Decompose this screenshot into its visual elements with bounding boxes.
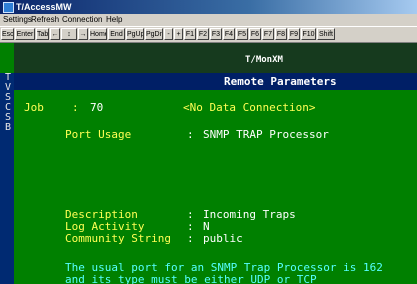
description-field[interactable]: Incoming Traps xyxy=(203,209,296,221)
key-pgup-button[interactable]: PgUp xyxy=(126,28,144,40)
terminal-header-strip: T/MonXM xyxy=(14,43,417,73)
key-f5-button[interactable]: F5 xyxy=(236,28,248,40)
key-shift-button[interactable]: Shift xyxy=(317,28,335,40)
key-f10-button[interactable]: F10 xyxy=(301,28,316,40)
key-f3-button[interactable]: F3 xyxy=(210,28,222,40)
key-toolbar: Esc Enter Tab ← ↕ → Home End PgUp PgDn -… xyxy=(0,26,417,43)
key-end-button[interactable]: End xyxy=(108,28,125,40)
side-strip-letters: T V S C S B xyxy=(4,72,12,133)
community-string-field[interactable]: public xyxy=(203,233,243,245)
key-f1-button[interactable]: F1 xyxy=(184,28,196,40)
job-value: 70 xyxy=(90,101,104,114)
menu-help[interactable]: Help xyxy=(106,14,122,26)
job-label: Job xyxy=(24,101,44,114)
program-title: T/MonXM xyxy=(245,55,283,65)
key-tab-button[interactable]: Tab xyxy=(36,28,49,40)
screen-title: Remote Parameters xyxy=(224,75,337,88)
help-text-line-2: and its type must be either UDP or TCP xyxy=(65,273,317,284)
menu-settings[interactable]: Settings xyxy=(3,14,32,26)
menu-refresh[interactable]: Refresh xyxy=(31,14,59,26)
key-pgdn-button[interactable]: PgDn xyxy=(145,28,163,40)
arrow-right-icon[interactable]: → xyxy=(78,28,88,40)
community-string-label: Community String xyxy=(65,232,171,245)
menu-bar: Settings Refresh Connection Help xyxy=(0,14,417,26)
key-f7-button[interactable]: F7 xyxy=(262,28,274,40)
key-f9-button[interactable]: F9 xyxy=(288,28,300,40)
community-string-separator: : xyxy=(187,232,194,245)
arrow-left-icon[interactable]: ← xyxy=(50,28,60,40)
port-usage-separator: : xyxy=(187,128,194,141)
key-minus-button[interactable]: - xyxy=(164,28,173,40)
arrow-updown-icon[interactable]: ↕ xyxy=(61,28,77,40)
app-icon xyxy=(3,2,14,13)
key-esc-button[interactable]: Esc xyxy=(1,28,14,40)
terminal-side-strip: T V S C S B xyxy=(0,73,14,284)
key-plus-button[interactable]: + xyxy=(174,28,183,40)
key-f6-button[interactable]: F6 xyxy=(249,28,261,40)
window-title: T/AccessMW xyxy=(16,2,72,12)
menu-connection[interactable]: Connection xyxy=(62,14,102,26)
job-separator: : xyxy=(72,101,79,114)
port-usage-value: SNMP TRAP Processor xyxy=(203,128,329,141)
screen-header-bar: Remote Parameters xyxy=(14,73,417,90)
key-f2-button[interactable]: F2 xyxy=(197,28,209,40)
title-bar: T/AccessMW xyxy=(0,0,417,14)
port-usage-label: Port Usage xyxy=(65,128,132,141)
key-f4-button[interactable]: F4 xyxy=(223,28,235,40)
terminal-screen[interactable]: T/MonXM T V S C S B Remote Parameters Jo… xyxy=(0,43,417,284)
key-enter-button[interactable]: Enter xyxy=(15,28,35,40)
connection-status: <No Data Connection> xyxy=(183,101,316,114)
key-f8-button[interactable]: F8 xyxy=(275,28,287,40)
key-home-button[interactable]: Home xyxy=(89,28,107,40)
